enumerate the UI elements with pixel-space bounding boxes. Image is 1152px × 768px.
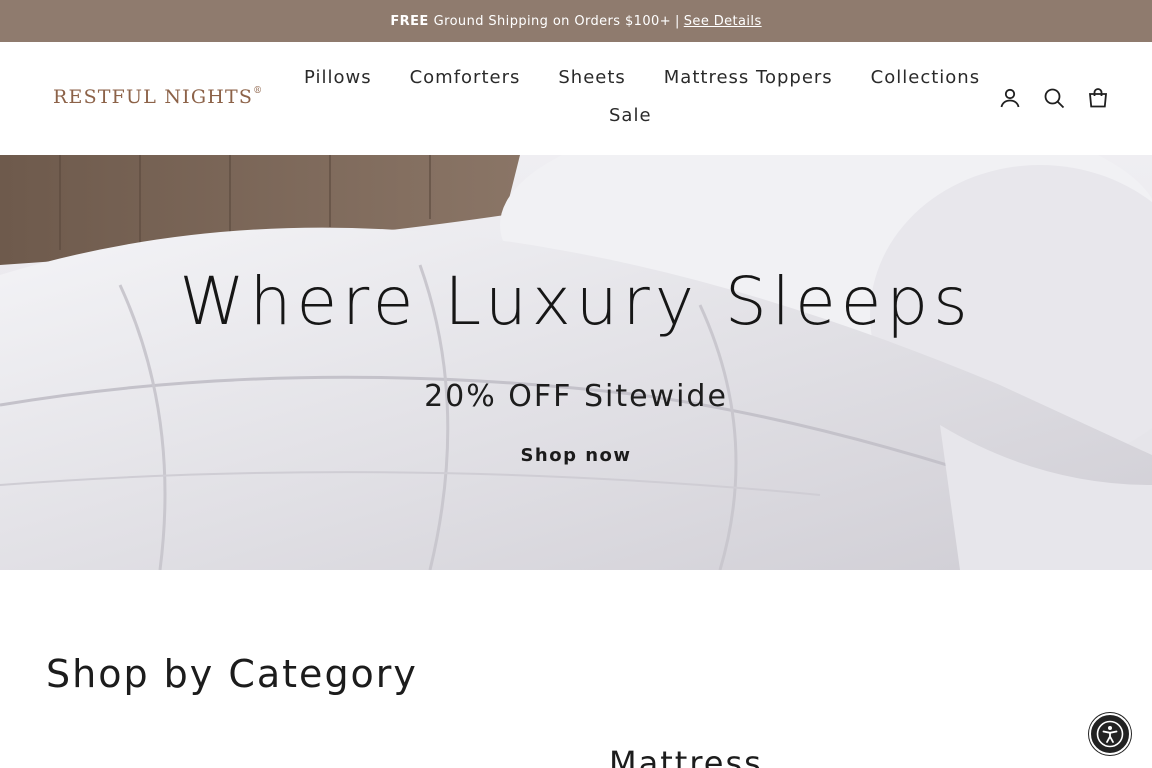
hero-banner: Where Luxury Sleeps 20% OFF Sitewide Sho… (0, 155, 1152, 570)
nav-link-sheets[interactable]: Sheets (558, 67, 625, 88)
hero-bedding-image (0, 155, 1152, 570)
promo-bar: FREE Ground Shipping on Orders $100+ | S… (0, 0, 1152, 42)
nav-link-sale[interactable]: Sale (609, 105, 652, 126)
site-header: RESTFUL NIGHTS® Pillows Comforters Sheet… (0, 42, 1152, 155)
promo-text: Ground Shipping on Orders $100+ (433, 13, 671, 29)
see-details-link[interactable]: See Details (684, 14, 762, 29)
section-title-shop-by-category: Shop by Category (46, 652, 418, 696)
hero-subtitle: 20% OFF Sitewide (424, 379, 728, 414)
nav-link-collections[interactable]: Collections (871, 67, 980, 88)
nav-link-mattress-toppers[interactable]: Mattress Toppers (664, 67, 833, 88)
nav-link-pillows[interactable]: Pillows (304, 67, 372, 88)
search-icon[interactable] (1042, 86, 1066, 110)
logo-text: RESTFUL NIGHTS (53, 86, 254, 108)
logo-registered-mark: ® (253, 86, 264, 96)
promo-free-label: FREE (390, 13, 429, 29)
accessibility-button[interactable] (1089, 713, 1131, 755)
shop-now-button[interactable]: Shop now (520, 445, 631, 466)
hero-title: Where Luxury Sleeps (179, 263, 973, 340)
hero-cta: Shop now (0, 445, 1152, 466)
site-logo[interactable]: RESTFUL NIGHTS® (53, 86, 263, 108)
nav-link-comforters[interactable]: Comforters (410, 67, 521, 88)
account-icon[interactable] (998, 86, 1022, 110)
category-label-mattress[interactable]: Mattress (609, 744, 763, 768)
main-nav-row-2: Sale (609, 105, 652, 126)
main-nav: Pillows Comforters Sheets Mattress Toppe… (304, 67, 980, 88)
header-icons (998, 86, 1110, 110)
promo-separator: | (674, 13, 680, 29)
cart-icon[interactable] (1086, 86, 1110, 110)
accessibility-icon (1096, 720, 1124, 748)
